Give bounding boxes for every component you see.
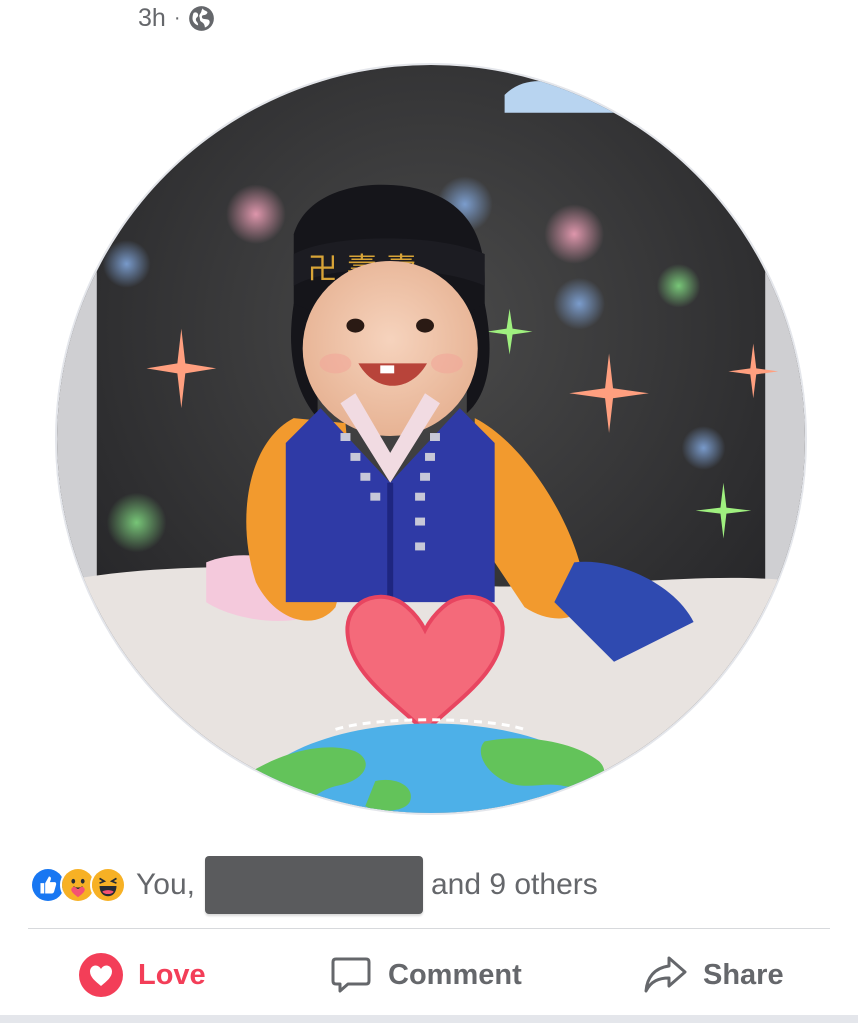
- divider: [28, 928, 830, 929]
- love-label: Love: [138, 958, 206, 991]
- love-button[interactable]: Love: [78, 944, 206, 1006]
- globe-icon: [188, 5, 215, 32]
- reactions-you-text: You,: [136, 868, 195, 901]
- share-icon: [644, 956, 687, 993]
- comment-icon: [331, 957, 371, 993]
- meta-separator: ·: [173, 6, 181, 29]
- redacted-name: [204, 856, 423, 914]
- action-bar: Love Comment Share: [0, 944, 858, 1006]
- reactions-others-text[interactable]: and 9 others: [431, 868, 598, 902]
- comment-label: Comment: [388, 958, 522, 991]
- share-button[interactable]: Share: [641, 944, 784, 1006]
- haha-icon: [90, 867, 126, 903]
- section-separator: [0, 1015, 858, 1023]
- reactions-summary[interactable]: You, and 9 others: [30, 856, 598, 914]
- comment-button[interactable]: Comment: [328, 944, 522, 1006]
- profile-photo[interactable]: 卍 壽 壽: [55, 63, 807, 815]
- reaction-icons: [30, 867, 126, 903]
- post-card: 3h · You, and 9 others Love Comment Shar…: [0, 0, 858, 1023]
- share-label: Share: [703, 958, 784, 991]
- post-timestamp[interactable]: 3h: [138, 4, 166, 33]
- love-icon: [79, 953, 123, 997]
- post-meta: 3h ·: [138, 2, 215, 34]
